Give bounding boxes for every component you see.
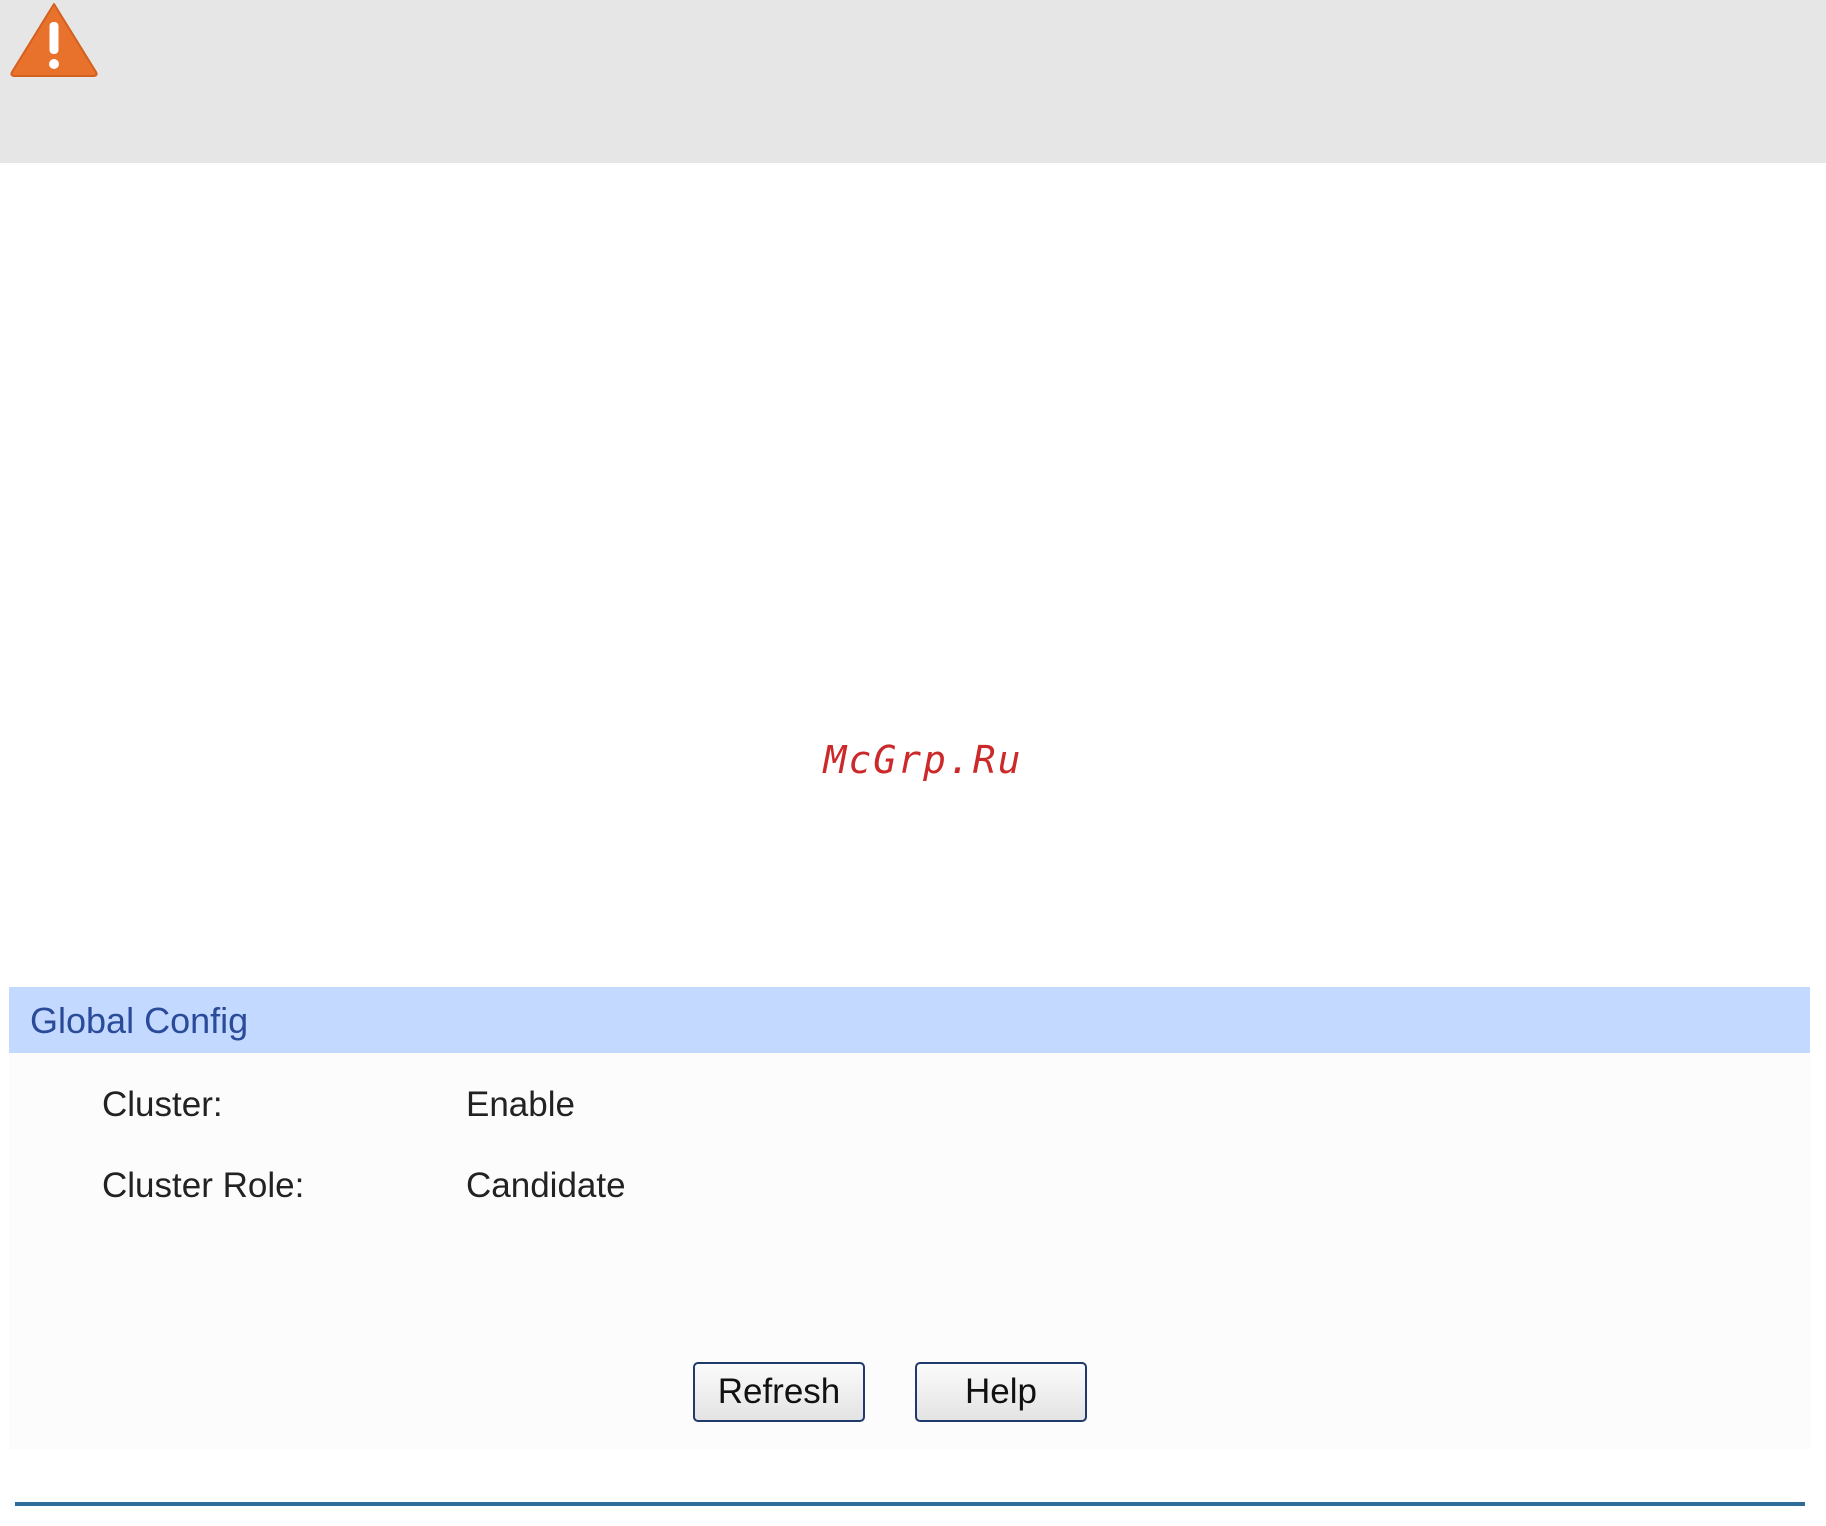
panel-title: Global Config — [30, 1000, 249, 1041]
page: McGrp.Ru Global Config Cluster: Enable C… — [0, 0, 1826, 1526]
cluster-label: Cluster: — [102, 1085, 223, 1124]
warning-icon — [10, 3, 98, 77]
refresh-button[interactable]: Refresh — [693, 1362, 865, 1422]
cluster-value: Enable — [466, 1085, 575, 1124]
cluster-role-label: Cluster Role: — [102, 1166, 305, 1205]
panel-header: Global Config — [9, 987, 1810, 1053]
cluster-role-value: Candidate — [466, 1166, 626, 1205]
global-config-panel: Global Config Cluster: Enable Cluster Ro… — [9, 987, 1810, 1449]
help-button[interactable]: Help — [915, 1362, 1087, 1422]
bottom-divider — [15, 1502, 1805, 1506]
notice-banner — [0, 0, 1826, 163]
watermark-text: McGrp.Ru — [823, 738, 1023, 782]
